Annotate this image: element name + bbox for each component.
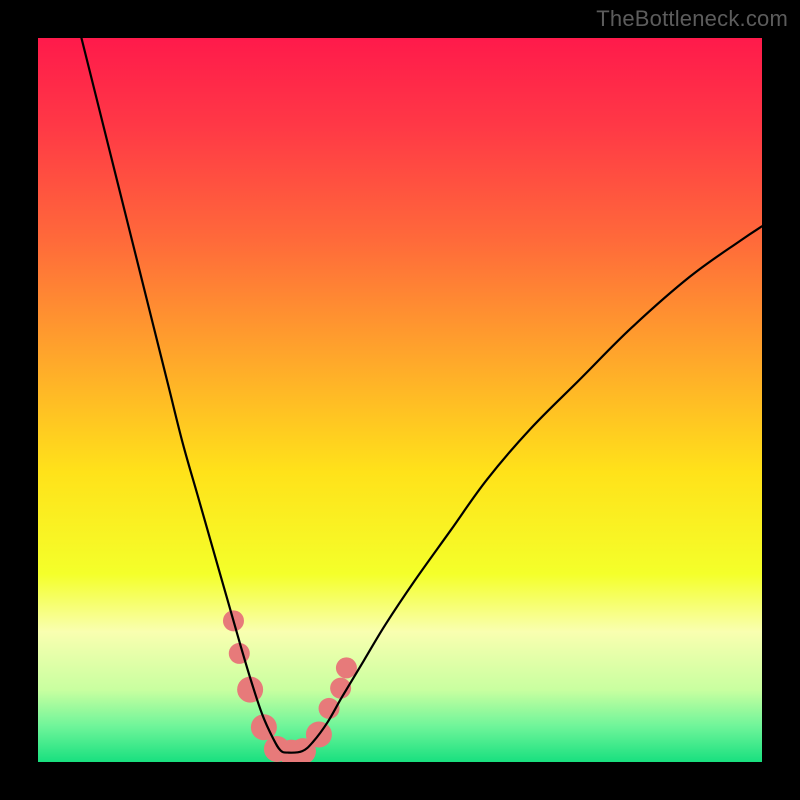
gradient-background [38, 38, 762, 762]
watermark-text: TheBottleneck.com [596, 6, 788, 32]
marker-point [229, 643, 250, 664]
chart-container: TheBottleneck.com [0, 0, 800, 800]
plot-region [38, 38, 762, 762]
chart-svg [38, 38, 762, 762]
